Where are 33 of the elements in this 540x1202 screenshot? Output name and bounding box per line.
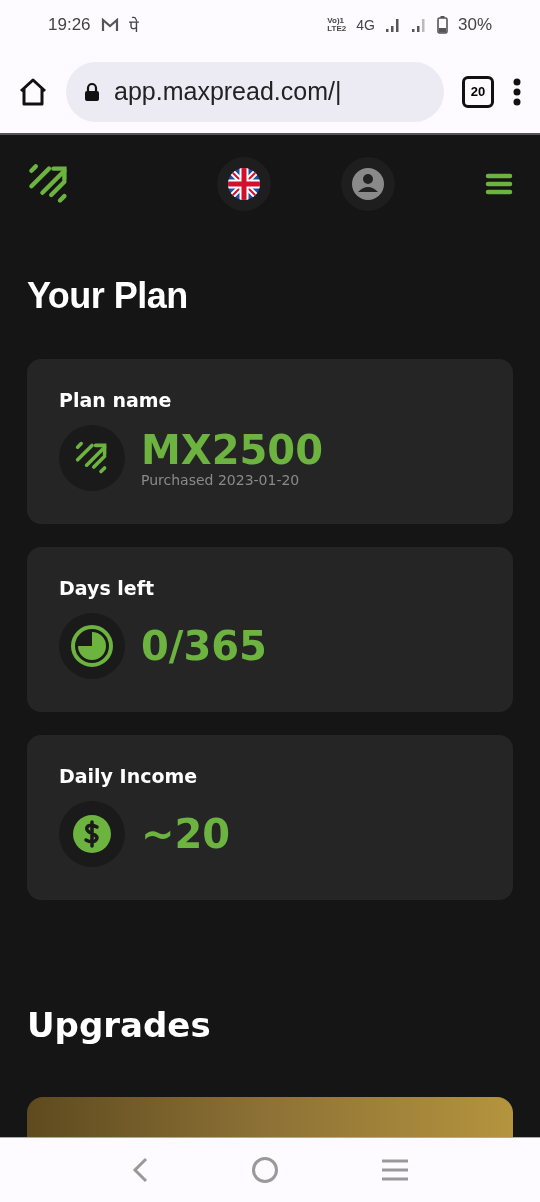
signal-icon [384, 17, 401, 33]
menu-icon[interactable] [485, 173, 513, 196]
purchase-date: Purchased 2023-01-20 [141, 472, 301, 489]
upgrade-card[interactable] [27, 1097, 513, 1137]
recents-icon[interactable] [381, 1158, 409, 1182]
section-title: Upgrades [27, 1005, 212, 1045]
card-value: MX2500 [141, 428, 323, 473]
pie-chart-icon [70, 624, 114, 669]
clock: 19:26 [48, 15, 91, 35]
notification-icon: पे [128, 13, 139, 37]
card-label: Plan name [59, 389, 173, 412]
battery-level: 30% [457, 15, 492, 35]
mail-icon [100, 18, 119, 32]
dollar-icon [72, 814, 112, 855]
home-icon[interactable] [18, 77, 48, 106]
lock-icon [84, 81, 100, 102]
card-label: Days left [59, 577, 156, 600]
signal-icon [410, 17, 427, 33]
network-type: 4G [356, 17, 375, 33]
card-value: 0/365 [141, 624, 267, 669]
home-button-icon[interactable] [251, 1156, 279, 1184]
volte-indicator: Vo)1 LTE2 [327, 17, 347, 33]
battery-icon [436, 16, 448, 34]
more-icon[interactable] [512, 77, 522, 106]
address-bar[interactable]: app.maxpread.com/| [66, 61, 444, 122]
flag-icon [228, 168, 260, 201]
tab-count-button[interactable]: 20 [462, 75, 494, 108]
user-icon [352, 168, 384, 201]
url-text: app.maxpread.com/| [114, 77, 342, 106]
back-icon[interactable] [131, 1157, 149, 1183]
card-value: ~20 [141, 812, 231, 857]
card-label: Daily Income [59, 765, 199, 788]
page-title: Your Plan [27, 275, 189, 318]
